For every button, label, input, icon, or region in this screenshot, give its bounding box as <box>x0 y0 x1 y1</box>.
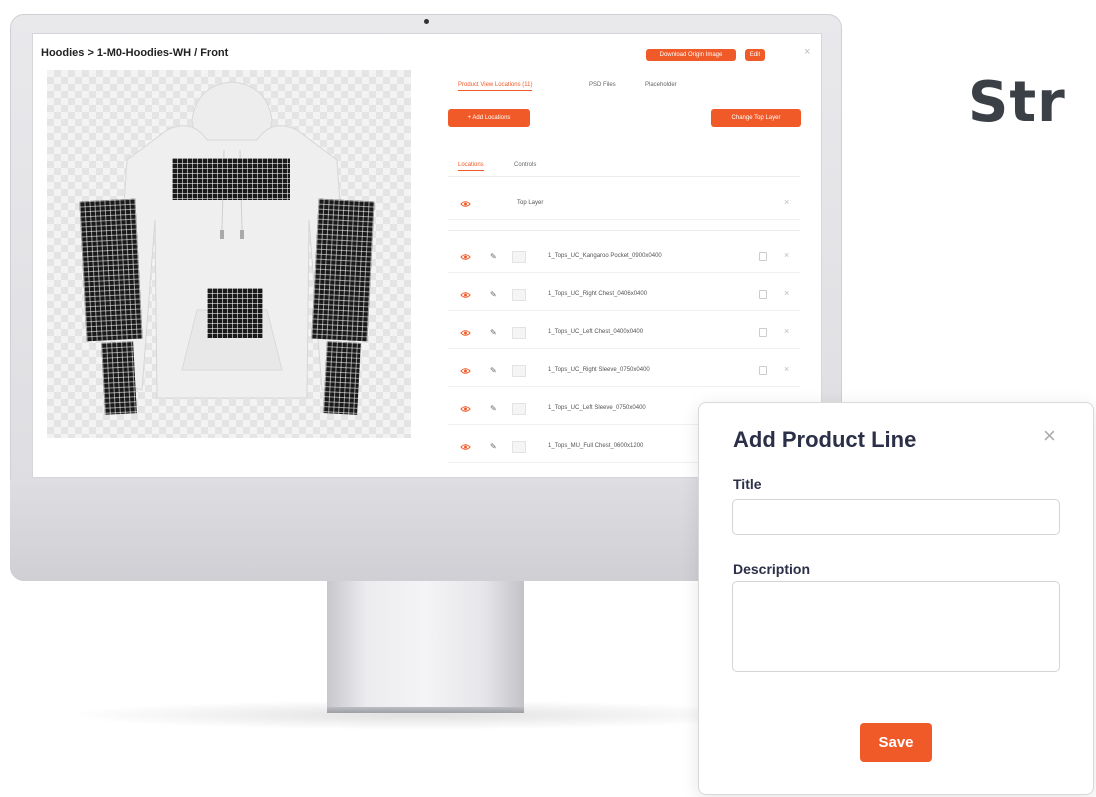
tab-placeholder[interactable]: Placeholder <box>645 82 677 88</box>
description-label: Description <box>733 561 811 577</box>
eye-icon[interactable] <box>460 443 471 451</box>
pencil-icon[interactable]: ✎ <box>490 290 497 299</box>
close-icon[interactable]: × <box>1043 425 1056 447</box>
image-thumbnail-icon <box>512 365 526 377</box>
pencil-icon[interactable]: ✎ <box>490 328 497 337</box>
print-area-full-chest[interactable] <box>172 158 290 200</box>
layer-name: 1_Tops_UC_Right Sleeve_0750x0400 <box>548 367 650 373</box>
tab-product-view-locations[interactable]: Product View Locations (11) <box>458 82 533 91</box>
top-layer-row[interactable]: Top Layer × <box>448 190 800 220</box>
layer-name: 1_Tops_UC_Left Sleeve_0750x0400 <box>548 405 646 411</box>
eye-icon[interactable] <box>460 200 471 208</box>
print-area-right-sleeve[interactable] <box>79 198 143 342</box>
eye-icon[interactable] <box>460 253 471 261</box>
layer-name: 1_Tops_MU_Full Chest_0600x1200 <box>548 443 644 449</box>
image-thumbnail-icon <box>512 289 526 301</box>
add-locations-button[interactable]: + Add Locations <box>448 109 530 127</box>
delete-icon[interactable]: × <box>784 288 789 298</box>
close-icon[interactable]: × <box>804 46 810 58</box>
camera-dot <box>424 19 429 24</box>
description-textarea[interactable] <box>732 581 1060 672</box>
eye-icon[interactable] <box>460 329 471 337</box>
delete-icon[interactable]: × <box>784 326 789 336</box>
image-thumbnail-icon <box>512 403 526 415</box>
copy-icon[interactable] <box>759 366 767 375</box>
copy-icon[interactable] <box>759 252 767 261</box>
pencil-icon[interactable]: ✎ <box>490 442 497 451</box>
product-canvas[interactable] <box>47 70 411 438</box>
eye-icon[interactable] <box>460 291 471 299</box>
print-area-left-sleeve[interactable] <box>311 198 375 342</box>
edit-button[interactable]: Edit <box>745 49 765 61</box>
layer-row[interactable]: ✎ 1_Tops_UC_Right Sleeve_0750x0400 × <box>448 357 800 387</box>
delete-icon[interactable]: × <box>784 364 789 374</box>
pencil-icon[interactable]: ✎ <box>490 404 497 413</box>
tab-psd-files[interactable]: PSD Files <box>589 82 616 88</box>
image-thumbnail-icon <box>512 441 526 453</box>
eye-icon[interactable] <box>460 367 471 375</box>
imac-stand <box>327 581 524 713</box>
image-thumbnail-icon <box>512 251 526 263</box>
top-layer-label: Top Layer <box>517 200 544 206</box>
title-label: Title <box>733 476 762 492</box>
layer-row[interactable]: ✎ 1_Tops_UC_Right Chest_0406x0400 × <box>448 281 800 311</box>
copy-icon[interactable] <box>759 290 767 299</box>
title-input[interactable] <box>732 499 1060 535</box>
delete-icon[interactable]: × <box>784 250 789 260</box>
print-area-kangaroo-pocket[interactable] <box>207 288 263 338</box>
tab-controls[interactable]: Controls <box>514 162 536 168</box>
print-area-right-sleeve-lower[interactable] <box>101 341 137 415</box>
change-top-layer-button[interactable]: Change Top Layer <box>711 109 801 127</box>
image-thumbnail-icon <box>512 327 526 339</box>
layer-name: 1_Tops_UC_Right Chest_0406x0400 <box>548 291 648 297</box>
pencil-icon[interactable]: ✎ <box>490 252 497 261</box>
pencil-icon[interactable]: ✎ <box>490 366 497 375</box>
add-product-line-modal: Add Product Line × Title Description Sav… <box>698 402 1094 795</box>
breadcrumb: Hoodies > 1-M0-Hoodies-WH / Front <box>41 47 229 59</box>
layer-row[interactable]: ✎ 1_Tops_UC_Kangaroo Pocket_0900x0400 × <box>448 243 800 273</box>
tab-locations[interactable]: Locations <box>458 162 484 171</box>
copy-icon[interactable] <box>759 328 767 337</box>
section-divider <box>448 230 800 231</box>
close-icon[interactable]: × <box>784 197 789 207</box>
modal-title: Add Product Line <box>733 427 917 452</box>
layer-name: 1_Tops_UC_Left Chest_0400x0400 <box>548 329 644 335</box>
save-button[interactable]: Save <box>860 723 932 762</box>
layer-name: 1_Tops_UC_Kangaroo Pocket_0900x0400 <box>548 253 662 259</box>
hero-headline: Str <box>968 70 1066 135</box>
download-origin-button[interactable]: Download Origin Image <box>646 49 736 61</box>
layer-row[interactable]: ✎ 1_Tops_UC_Left Chest_0400x0400 × <box>448 319 800 349</box>
tabs-divider <box>448 176 800 177</box>
eye-icon[interactable] <box>460 405 471 413</box>
print-area-left-sleeve-lower[interactable] <box>323 341 361 415</box>
